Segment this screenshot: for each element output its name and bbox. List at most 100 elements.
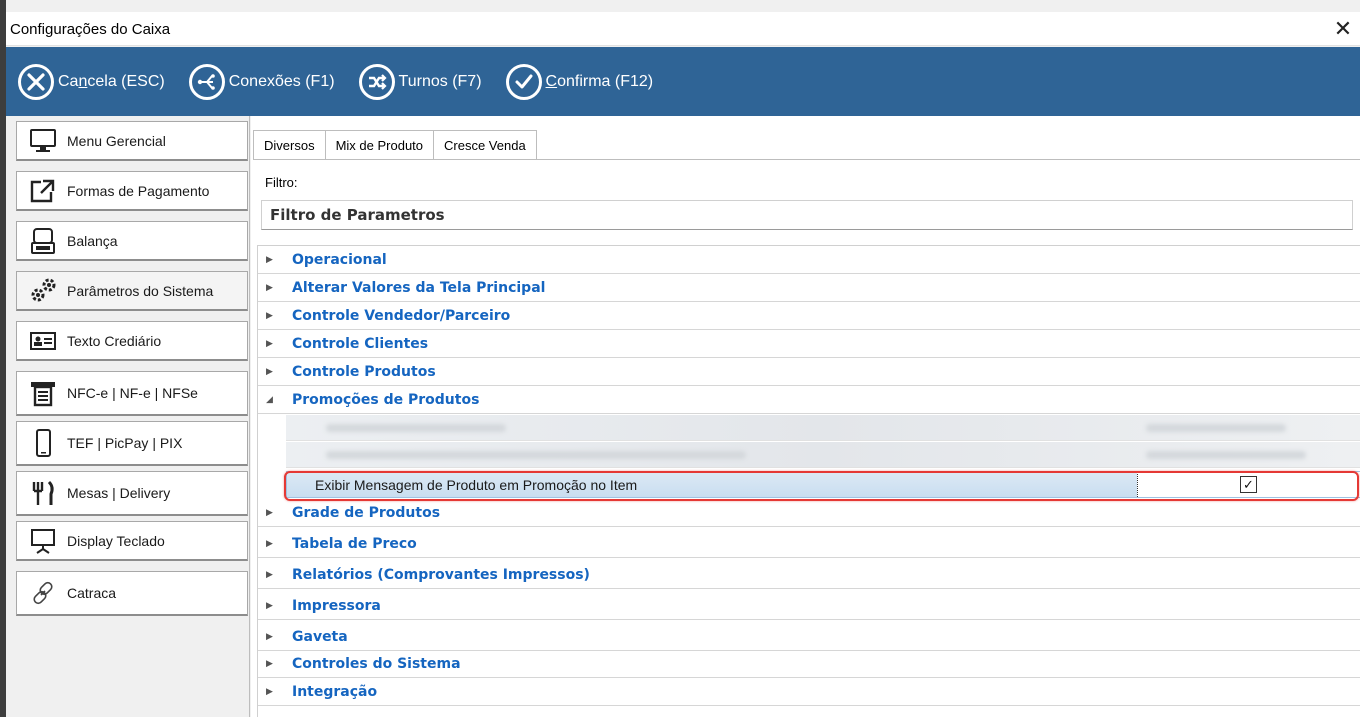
tab-cresce-venda[interactable]: Cresce Venda [433,130,537,160]
close-icon[interactable]: ✕ [1330,16,1356,42]
group-row-promocoes[interactable]: ◢ Promoções de Produtos [258,386,1360,414]
link-icon [27,578,59,608]
filter-label: Filtro: [265,175,298,190]
window-title: Configurações do Caixa [10,21,171,38]
sidebar-item-tef[interactable]: TEF | PicPay | PIX [16,421,248,466]
sidebar-item-label: Display Teclado [67,532,165,549]
sidebar-item-label: Balança [67,232,118,249]
sidebar-item-display-teclado[interactable]: Display Teclado [16,521,248,561]
connections-button[interactable]: Conexões (F1) [188,62,335,102]
check-circle-icon [505,63,542,100]
redacted-parameter-row [286,442,1360,468]
group-row-operacional[interactable]: ▶ Operacional [258,246,1360,274]
sidebar-item-label: Formas de Pagamento [67,182,210,199]
shifts-button[interactable]: Turnos (F7) [358,62,482,102]
chevron-right-icon: ▶ [266,631,273,641]
chevron-right-icon: ▶ [266,658,273,668]
group-label: Operacional [292,251,387,268]
sidebar-item-label: Catraca [67,585,117,601]
title-bar: Configurações do Caixa ✕ [6,12,1360,46]
sidebar-item-texto-crediario[interactable]: Texto Crediário [16,321,248,361]
confirm-button[interactable]: Confirma (F12) [505,62,654,102]
parameter-value-cell: ✓ [1137,472,1360,497]
shuffle-icon [358,63,395,100]
parameter-grid: ▶ Operacional ▶ Alterar Valores da Tela Pr… [257,245,1360,717]
group-row-relatorios[interactable]: ▶ Relatórios (Comprovantes Impressos) [258,561,1360,589]
group-label: Integração [292,683,378,700]
group-row-gaveta[interactable]: ▶ Gaveta [258,623,1360,651]
sidebar-item-formas-pagamento[interactable]: Formas de Pagamento [16,171,248,211]
smartphone-icon [27,428,59,458]
chevron-right-icon: ▶ [266,507,273,517]
sidebar-item-nfce[interactable]: NFC-e | NF-e | NFSe [16,371,248,416]
confirm-label: Confirma (F12) [545,72,654,90]
group-label: Promoções de Produtos [292,391,480,408]
group-label: Relatórios (Comprovantes Impressos) [292,566,590,583]
group-label: Controle Produtos [292,363,436,380]
group-row-controle-vendedor[interactable]: ▶ Controle Vendedor/Parceiro [258,302,1360,330]
group-label: Grade de Produtos [292,504,441,521]
group-row-controles-sistema[interactable]: ▶ Controles do Sistema [258,650,1360,678]
cancel-label: Cancela (ESC) [58,72,165,90]
chevron-right-icon: ▶ [266,310,273,320]
checkmark-icon: ✓ [1243,477,1254,492]
sidebar-item-label: Menu Gerencial [67,132,166,149]
sidebar-item-parametros-sistema[interactable]: Parâmetros do Sistema [16,271,248,311]
parameter-row-exibir-mensagem[interactable]: Exibir Mensagem de Produto em Promoção n… [286,471,1360,498]
chevron-right-icon: ▶ [266,600,273,610]
group-row-tabela-preco[interactable]: ▶ Tabela de Preco [258,530,1360,558]
chevron-right-icon: ▶ [266,282,273,292]
main-panel: Diversos Mix de Produto Cresce Venda Fil… [251,116,1360,717]
chevron-right-icon: ▶ [266,338,273,348]
chevron-right-icon: ▶ [266,569,273,579]
connections-label: Conexões (F1) [228,72,335,90]
id-card-icon [27,326,59,356]
gears-icon [27,276,59,306]
cancel-circle-icon [18,63,54,100]
external-link-icon [27,176,59,206]
sidebar-item-menu-gerencial[interactable]: Menu Gerencial [16,121,248,161]
group-label: Controle Clientes [292,335,429,352]
toolbar: Cancela (ESC) Conexões (F1) Turnos (F7) … [6,47,1360,116]
sidebar-item-label: NFC-e | NF-e | NFSe [67,385,198,401]
chevron-right-icon: ▶ [266,254,273,264]
receipt-printer-icon [27,378,59,408]
group-label: Controles do Sistema [292,655,461,672]
app-window: Configurações do Caixa ✕ Cancela (ESC) C… [0,0,1360,717]
cancel-button[interactable]: Cancela (ESC) [18,62,165,102]
group-row-alterar-valores[interactable]: ▶ Alterar Valores da Tela Principal [258,274,1360,302]
sidebar-item-label: Mesas | Delivery [67,485,171,501]
filter-input[interactable] [261,200,1353,230]
group-label: Gaveta [292,628,348,645]
tab-divider [253,159,1360,160]
group-label: Impressora [292,597,381,614]
group-label: Alterar Valores da Tela Principal [292,279,546,296]
chevron-right-icon: ▶ [266,686,273,696]
scale-icon [27,226,59,256]
group-row-integracao[interactable]: ▶ Integração [258,678,1360,706]
promo-message-checkbox[interactable]: ✓ [1240,476,1257,493]
chevron-down-icon: ◢ [266,394,273,404]
monitor-icon [27,126,59,156]
tab-bar: Diversos Mix de Produto Cresce Venda [253,130,537,160]
group-row-impressora[interactable]: ▶ Impressora [258,592,1360,620]
parameter-label: Exibir Mensagem de Produto em Promoção n… [315,477,638,493]
tab-diversos[interactable]: Diversos [253,130,326,160]
sidebar-item-mesas[interactable]: Mesas | Delivery [16,471,248,516]
redacted-parameter-row [286,415,1360,441]
group-label: Controle Vendedor/Parceiro [292,307,511,324]
group-row-controle-clientes[interactable]: ▶ Controle Clientes [258,330,1360,358]
group-label: Tabela de Preco [292,535,417,552]
sidebar-item-label: Parâmetros do Sistema [67,282,214,299]
sidebar-item-label: Texto Crediário [67,332,162,349]
group-row-grade[interactable]: ▶ Grade de Produtos [258,499,1360,527]
sidebar-item-balanca[interactable]: Balança [16,221,248,261]
chevron-right-icon: ▶ [266,366,273,376]
tab-mix-produto[interactable]: Mix de Produto [324,130,435,160]
sidebar-item-catraca[interactable]: Catraca [16,571,248,616]
display-screen-icon [27,526,59,556]
sidebar: Menu Gerencial Formas de Pagamento Balan… [6,116,250,717]
group-row-controle-produtos[interactable]: ▶ Controle Produtos [258,358,1360,386]
connections-icon [188,63,225,100]
fork-knife-icon [27,478,59,508]
